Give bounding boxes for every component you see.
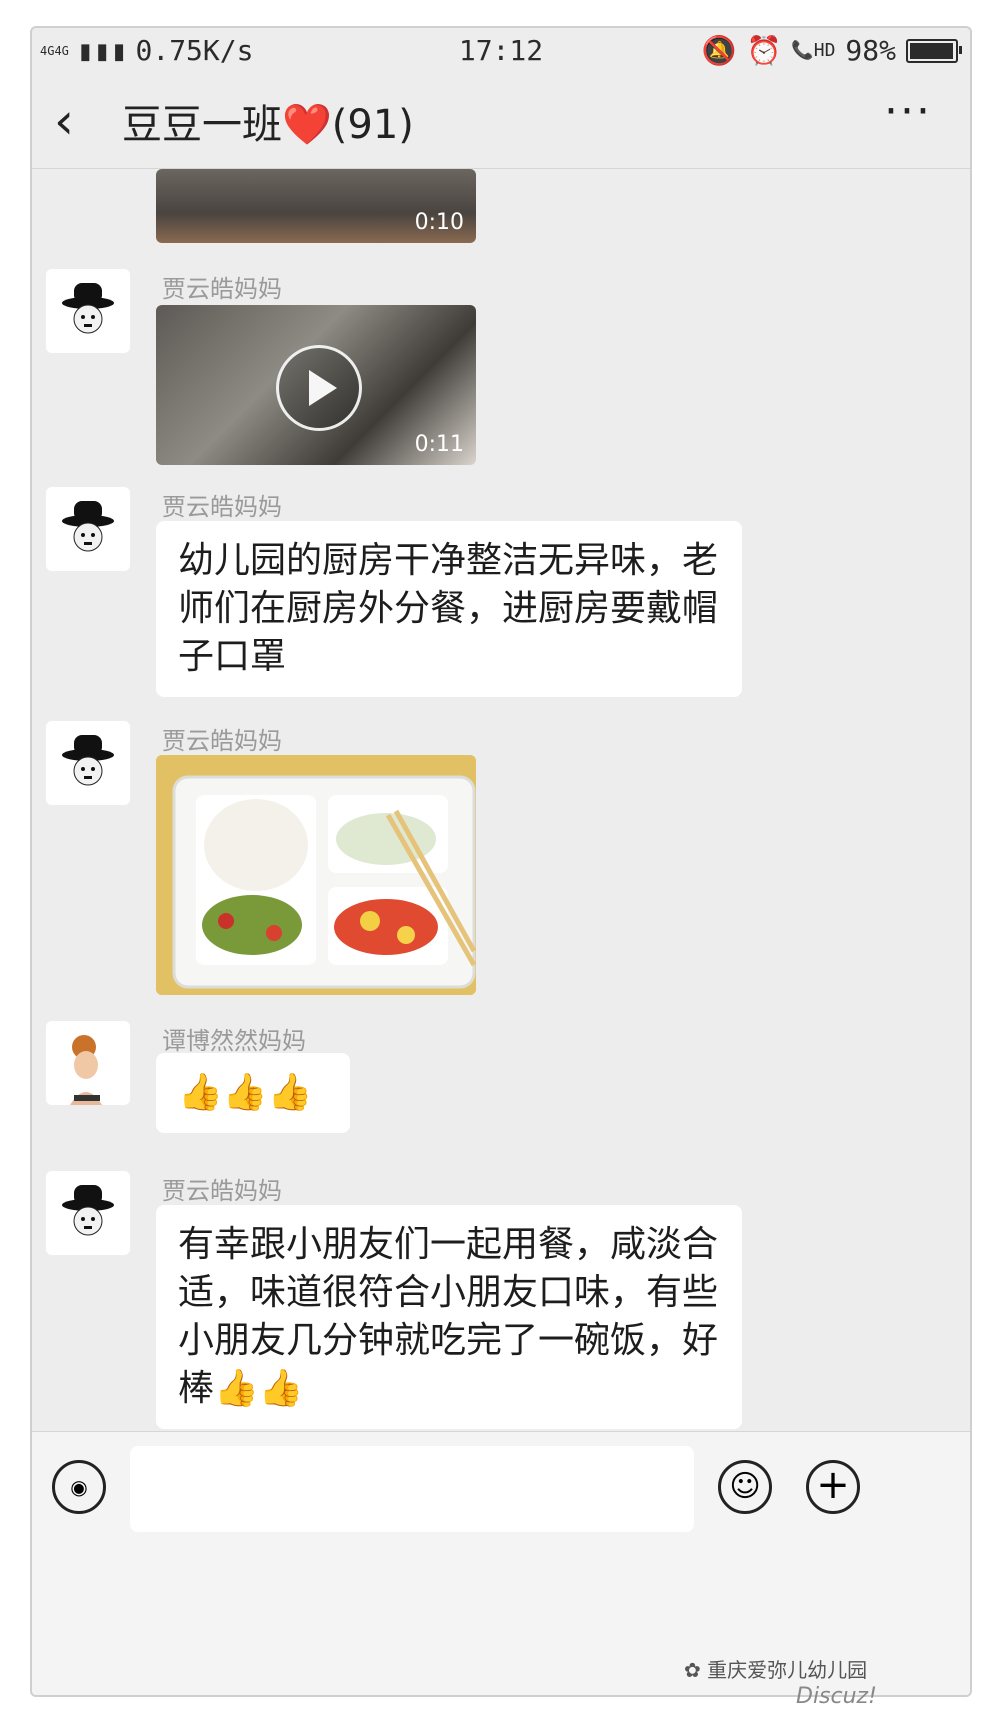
- message-input[interactable]: [130, 1446, 694, 1532]
- chevron-left-icon: ‹: [54, 92, 74, 150]
- avatar[interactable]: [46, 721, 130, 805]
- image-message[interactable]: [156, 755, 476, 995]
- voice-icon: ◉: [70, 1475, 88, 1499]
- alarm-icon: ⏰: [746, 34, 782, 67]
- charlie-avatar-icon: [46, 1171, 130, 1255]
- video-message[interactable]: 0:10: [156, 169, 476, 243]
- message-bubble[interactable]: 👍👍👍: [156, 1053, 350, 1133]
- chat-title: 豆豆一班❤️(91): [122, 102, 414, 148]
- video-duration: 0:10: [414, 210, 464, 235]
- back-button[interactable]: ‹: [54, 92, 74, 150]
- message-list[interactable]: 0:10 贾云皓妈妈 0:11 贾云皓妈妈 幼儿园的厨房干净整洁无异味，老师们在…: [32, 169, 970, 1431]
- status-bar: 4G4G ▮▮▮ 0.75K/s 17:12 🔕 ⏰ 📞HD 98%: [32, 28, 970, 72]
- plus-button[interactable]: +: [806, 1460, 860, 1514]
- voice-button[interactable]: ◉: [52, 1460, 106, 1514]
- lunch-box-image: [156, 755, 476, 995]
- charlie-avatar-icon: [46, 487, 130, 571]
- plus-icon: +: [816, 1462, 850, 1508]
- battery-percent: 98%: [845, 34, 896, 67]
- hd-call-icon: 📞HD: [791, 40, 836, 61]
- avatar[interactable]: [46, 487, 130, 571]
- sender-name: 贾云皓妈妈: [162, 727, 282, 755]
- video-duration: 0:11: [414, 432, 464, 457]
- sender-name: 谭博然然妈妈: [162, 1027, 306, 1055]
- phone-screen: 4G4G ▮▮▮ 0.75K/s 17:12 🔕 ⏰ 📞HD 98% ‹ 豆豆一…: [30, 26, 972, 1697]
- bell-muted-icon: 🔕: [701, 34, 737, 67]
- more-options-button[interactable]: ···: [884, 86, 932, 137]
- avatar[interactable]: [46, 269, 130, 353]
- message-bubble[interactable]: 幼儿园的厨房干净整洁无异味，老师们在厨房外分餐，进厨房要戴帽子口罩: [156, 521, 742, 697]
- emoji-icon: ☺: [729, 1469, 761, 1504]
- avatar[interactable]: [46, 1171, 130, 1255]
- wechat-icon: ✿: [684, 1658, 708, 1682]
- avatar[interactable]: [46, 1021, 130, 1105]
- charlie-avatar-icon: [46, 269, 130, 353]
- emoji-button[interactable]: ☺: [718, 1460, 772, 1514]
- discuz-watermark: Discuz!: [796, 1684, 877, 1709]
- watermark: ✿ 重庆爱弥儿幼儿园: [684, 1658, 868, 1682]
- chat-header: ‹ 豆豆一班❤️(91) ···: [32, 72, 970, 169]
- video-message[interactable]: 0:11: [156, 305, 476, 465]
- sender-name: 贾云皓妈妈: [162, 493, 282, 521]
- sender-name: 贾云皓妈妈: [162, 275, 282, 303]
- play-icon[interactable]: [276, 345, 362, 431]
- girl-avatar-icon: [46, 1021, 130, 1105]
- message-bubble[interactable]: 有幸跟小朋友们一起用餐，咸淡合适，味道很符合小朋友口味，有些小朋友几分钟就吃完了…: [156, 1205, 742, 1429]
- battery-icon: [906, 38, 962, 63]
- charlie-avatar-icon: [46, 721, 130, 805]
- sender-name: 贾云皓妈妈: [162, 1177, 282, 1205]
